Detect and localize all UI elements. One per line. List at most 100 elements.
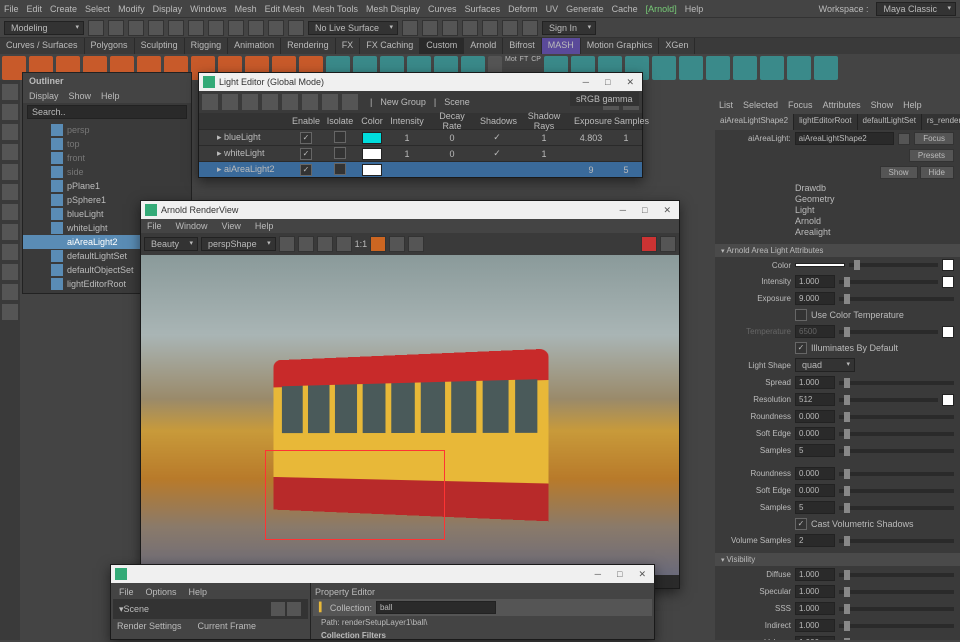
attr-menu-help[interactable]: Help <box>903 100 922 112</box>
shadowrays-cell[interactable]: 1 <box>517 149 571 159</box>
le-newgroup-button[interactable]: New Group <box>380 97 426 107</box>
maximize-button[interactable]: □ <box>638 205 651 216</box>
toolbar-icon[interactable] <box>502 20 518 36</box>
tool-icon[interactable] <box>2 284 18 300</box>
toolbar-icon[interactable] <box>442 20 458 36</box>
res-field[interactable]: 512 <box>795 393 835 406</box>
tool-icon[interactable] <box>2 224 18 240</box>
intensity-cell[interactable]: 1 <box>387 133 427 143</box>
shelf-tab[interactable]: Arnold <box>464 38 503 54</box>
map-button[interactable] <box>942 394 954 406</box>
samples-field[interactable]: 5 <box>795 444 835 457</box>
rv-refresh-icon[interactable] <box>317 236 333 252</box>
indir-slider[interactable] <box>839 624 954 628</box>
spec-field[interactable]: 1.000 <box>795 585 835 598</box>
shelf-tab[interactable]: Curves / Surfaces <box>0 38 85 54</box>
isolate-checkbox[interactable] <box>334 163 346 175</box>
soft-slider[interactable] <box>839 432 954 436</box>
attr-presets-button[interactable]: Presets <box>909 149 954 162</box>
attr-hide-button[interactable]: Hide <box>920 166 954 179</box>
shelf-tab[interactable]: Bifrost <box>503 38 542 54</box>
toolbar-icon[interactable] <box>462 20 478 36</box>
exposure-cell[interactable]: 9 <box>571 165 611 175</box>
attr-tab[interactable]: rs_renderSetL <box>922 114 960 130</box>
attr-tab[interactable]: lightEditorRoot <box>794 114 857 130</box>
rs-rendersettings[interactable]: Render Settings <box>117 621 182 631</box>
toolbar-icon[interactable] <box>402 20 418 36</box>
round2-slider[interactable] <box>839 472 954 476</box>
enable-checkbox[interactable]: ✓ <box>300 148 312 160</box>
rs-menu-file[interactable]: File <box>119 587 134 597</box>
spread-field[interactable]: 1.000 <box>795 376 835 389</box>
isolate-checkbox[interactable] <box>334 131 346 143</box>
col-shadowrays[interactable]: Shadow Rays <box>517 111 571 131</box>
volsmp-slider[interactable] <box>839 539 954 543</box>
exposure-field[interactable]: 9.000 <box>795 292 835 305</box>
rs-scene-header[interactable]: ▾ Scene <box>113 599 308 619</box>
rv-camera-dropdown[interactable]: perspShape <box>201 237 276 251</box>
decay-cell[interactable]: 0 <box>427 149 477 159</box>
color-swatch[interactable] <box>362 132 382 144</box>
samples2-slider[interactable] <box>839 506 954 510</box>
shadows-cell[interactable]: ✓ <box>477 148 517 159</box>
menu-uv[interactable]: UV <box>546 4 559 14</box>
rv-tool-icon[interactable] <box>370 236 386 252</box>
attr-menu-list[interactable]: List <box>719 100 733 112</box>
le-tool-icon[interactable] <box>202 94 218 110</box>
outliner-item[interactable]: persp <box>23 123 191 137</box>
soft2-field[interactable]: 0.000 <box>795 484 835 497</box>
spec-slider[interactable] <box>839 590 954 594</box>
outliner-search-input[interactable]: Search.. <box>27 105 187 119</box>
rs-menu-options[interactable]: Options <box>146 587 177 597</box>
tool-icon[interactable] <box>2 244 18 260</box>
menu-help[interactable]: Help <box>685 4 704 14</box>
samples2-field[interactable]: 5 <box>795 501 835 514</box>
rv-play-icon[interactable] <box>279 236 295 252</box>
menu-generate[interactable]: Generate <box>566 4 604 14</box>
shelf-tab[interactable]: FX <box>336 38 361 54</box>
toolbar-icon[interactable] <box>268 20 284 36</box>
menu-edit[interactable]: Edit <box>27 4 43 14</box>
rendersetup-titlebar[interactable]: ─□✕ <box>111 565 654 583</box>
rs-collection-field[interactable]: ball <box>376 601 496 614</box>
shelf-tab[interactable]: XGen <box>659 38 695 54</box>
menu-display[interactable]: Display <box>153 4 183 14</box>
toolbar-icon[interactable] <box>228 20 244 36</box>
rv-menu-help[interactable]: Help <box>255 221 274 231</box>
castvol-checkbox[interactable]: ✓ <box>795 518 807 530</box>
live-dropdown[interactable]: No Live Surface <box>308 21 398 35</box>
menu-arnold[interactable]: [Arnold] <box>646 4 677 14</box>
shelf-button[interactable] <box>679 56 703 80</box>
le-tool-icon[interactable] <box>242 94 258 110</box>
menu-curves[interactable]: Curves <box>428 4 457 14</box>
rv-tool-icon[interactable] <box>389 236 405 252</box>
renderview-titlebar[interactable]: Arnold RenderView ─□✕ <box>141 201 679 219</box>
attr-menu-attributes[interactable]: Attributes <box>823 100 861 112</box>
attr-lock-icon[interactable] <box>898 133 910 145</box>
rv-tool-icon[interactable] <box>408 236 424 252</box>
outliner-item[interactable]: side <box>23 165 191 179</box>
menu-meshdisplay[interactable]: Mesh Display <box>366 4 420 14</box>
light-row[interactable]: ▸ blueLight✓10✓14.8031 <box>199 129 642 145</box>
col-samples[interactable]: Samples <box>611 116 641 126</box>
tool-scale-icon[interactable] <box>2 164 18 180</box>
map-button[interactable] <box>942 259 954 271</box>
col-enable[interactable]: Enable <box>289 116 323 126</box>
render-region-box[interactable] <box>265 450 445 540</box>
attr-menu-show[interactable]: Show <box>871 100 894 112</box>
tool-select-icon[interactable] <box>2 84 18 100</box>
le-tool-icon[interactable] <box>282 94 298 110</box>
toolbar-icon[interactable] <box>422 20 438 36</box>
tool-icon[interactable] <box>2 184 18 200</box>
rv-ratio[interactable]: 1:1 <box>355 239 368 249</box>
attr-focus-button[interactable]: Focus <box>914 132 954 145</box>
col-intensity[interactable]: Intensity <box>387 116 427 126</box>
tool-icon[interactable] <box>2 304 18 320</box>
indir-field[interactable]: 1.000 <box>795 619 835 632</box>
attr-show-button[interactable]: Show <box>880 166 918 179</box>
isolate-checkbox[interactable] <box>334 147 346 159</box>
outliner-item[interactable]: front <box>23 151 191 165</box>
maximize-button[interactable]: □ <box>601 77 614 88</box>
enable-checkbox[interactable]: ✓ <box>300 132 312 144</box>
col-isolate[interactable]: Isolate <box>323 116 357 126</box>
